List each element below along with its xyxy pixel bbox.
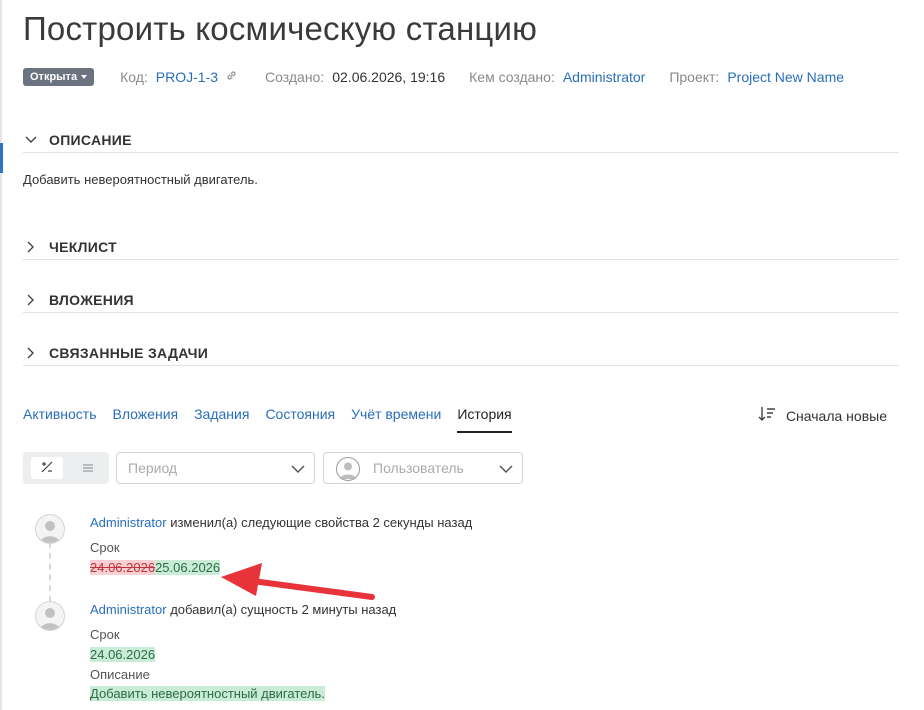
sort-label: Сначала новые <box>785 407 887 424</box>
section-attachments-header[interactable]: ВЛОЖЕНИЯ <box>23 288 899 313</box>
history-action: добавил(а) сущность 2 минуты назад <box>170 602 397 617</box>
left-border <box>0 0 2 710</box>
section-linked-title: СВЯЗАННЫЕ ЗАДАЧИ <box>49 345 209 361</box>
history-user-link[interactable]: Administrator <box>90 602 167 617</box>
section-linked-header[interactable]: СВЯЗАННЫЕ ЗАДАЧИ <box>23 341 899 366</box>
change-field-label: Срок <box>90 540 120 555</box>
description-text: Добавить невероятностный двигатель. <box>23 172 258 187</box>
user-placeholder: Пользователь <box>373 460 464 476</box>
author-link[interactable]: Administrator <box>563 69 645 85</box>
chevron-down-icon <box>23 132 39 148</box>
section-attachments-title: ВЛОЖЕНИЯ <box>49 292 134 308</box>
activity-tabs: Активность Вложения Задания Состояния Уч… <box>23 406 528 433</box>
tab-states[interactable]: Состояния <box>265 406 335 433</box>
chevron-right-icon <box>23 239 39 255</box>
period-select[interactable]: Период <box>116 452 315 484</box>
status-label: Открыта <box>30 71 78 83</box>
tab-activity[interactable]: Активность <box>23 406 97 433</box>
chevron-right-icon <box>23 345 39 361</box>
created-value: 02.06.2026, 19:16 <box>332 69 446 85</box>
list-view-button[interactable] <box>75 457 101 479</box>
history-action: изменил(а) следующие свойства 2 секунды … <box>170 515 473 530</box>
tab-attachments[interactable]: Вложения <box>113 406 179 433</box>
status-dropdown[interactable]: Открыта <box>23 68 95 86</box>
chevron-down-icon <box>498 461 514 480</box>
project-label: Проект: <box>669 69 720 85</box>
avatar <box>35 514 65 544</box>
change-field-value: Добавить невероятностный двигатель. <box>90 686 325 701</box>
author-label: Кем создано: <box>469 69 555 85</box>
history-entry-header: Administrator добавил(а) сущность 2 мину… <box>90 602 396 617</box>
created-label: Создано: <box>265 69 325 85</box>
timeline-connector <box>49 542 51 602</box>
history-user-link[interactable]: Administrator <box>90 515 167 530</box>
chevron-down-icon <box>290 461 306 480</box>
section-focus-indicator <box>0 143 3 173</box>
change-field-label: Описание <box>90 667 150 682</box>
section-description-header[interactable]: ОПИСАНИЕ <box>23 128 899 153</box>
change-field-value: 24.06.2026 <box>90 647 156 662</box>
chevron-right-icon <box>23 292 39 308</box>
list-icon <box>82 461 94 476</box>
change-field-value: 24.06.202625.06.2026 <box>90 560 221 575</box>
code-label: Код: <box>120 69 148 85</box>
tab-history[interactable]: История <box>457 406 512 433</box>
user-avatar-icon <box>336 457 360 481</box>
user-select[interactable]: Пользователь <box>323 452 523 484</box>
new-value: Добавить невероятностный двигатель. <box>90 686 325 701</box>
section-checklist-header[interactable]: ЧЕКЛИСТ <box>23 235 899 260</box>
avatar <box>35 601 65 631</box>
history-entry-header: Administrator изменил(а) следующие свойс… <box>90 515 472 530</box>
sort-descending-icon <box>758 406 776 425</box>
diff-icon <box>40 460 54 477</box>
code-link[interactable]: PROJ-1-3 <box>156 69 218 85</box>
section-description-title: ОПИСАНИЕ <box>49 132 132 148</box>
change-field-label: Срок <box>90 627 120 642</box>
tab-time-tracking[interactable]: Учёт времени <box>351 406 441 433</box>
tab-tasks[interactable]: Задания <box>194 406 249 433</box>
copy-link-icon[interactable] <box>226 70 237 84</box>
page-title: Построить космическую станцию <box>23 10 538 47</box>
old-value: 24.06.2026 <box>90 560 156 575</box>
new-value: 25.06.2026 <box>155 560 221 575</box>
section-checklist-title: ЧЕКЛИСТ <box>49 239 118 255</box>
sort-order-button[interactable]: Сначала новые <box>758 406 887 425</box>
view-toggle <box>23 452 109 484</box>
new-value: 24.06.2026 <box>90 647 156 662</box>
issue-meta: Открыта Код: PROJ-1-3 Создано: 02.06.202… <box>23 66 844 88</box>
period-placeholder: Период <box>128 460 178 476</box>
project-link[interactable]: Project New Name <box>727 69 844 85</box>
caret-down-icon <box>81 75 88 79</box>
diff-view-button[interactable] <box>31 457 63 479</box>
